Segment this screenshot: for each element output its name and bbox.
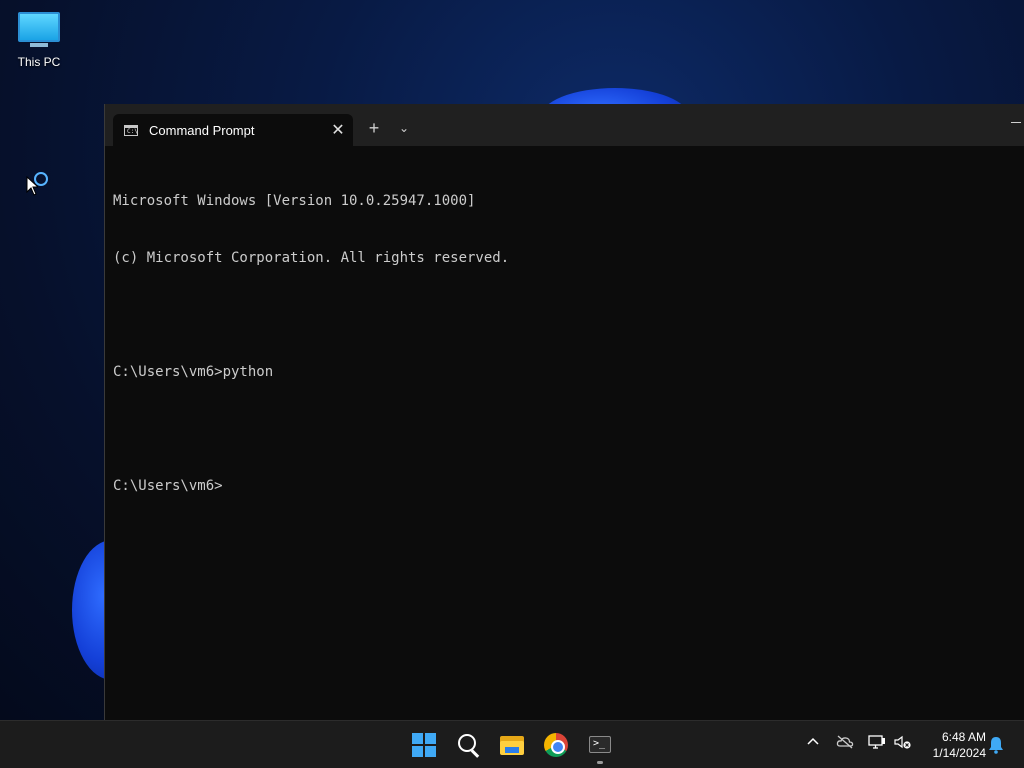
desktop: This PC C:\ Command Prompt ✕ + ⌄ Microso… [0, 0, 1024, 720]
console-line: Microsoft Windows [Version 10.0.25947.10… [113, 193, 476, 209]
terminal-window[interactable]: C:\ Command Prompt ✕ + ⌄ Microsoft Windo… [104, 104, 1024, 720]
system-clock[interactable]: 6:48 AM 1/14/2024 [916, 729, 986, 761]
taskbar: >_ 6:48 AM 1/14/2024 [0, 720, 1024, 768]
console-prompt-line[interactable]: C:\Users\vm6> [113, 477, 1024, 496]
clock-time: 6:48 AM [941, 730, 986, 744]
clock-date: 1/14/2024 [932, 746, 986, 760]
network-icon[interactable] [868, 735, 886, 752]
search-icon[interactable] [450, 727, 486, 763]
new-tab-button[interactable]: + [363, 116, 385, 140]
busy-spinner-icon [34, 172, 48, 186]
onedrive-offline-icon[interactable] [836, 735, 854, 752]
computer-icon [18, 12, 60, 42]
volume-muted-icon[interactable] [894, 735, 912, 752]
desktop-icon-this-pc[interactable]: This PC [10, 10, 68, 69]
terminal-titlebar[interactable]: C:\ Command Prompt ✕ + ⌄ [105, 104, 1024, 146]
terminal-icon[interactable]: >_ [582, 727, 618, 764]
tab-title: Command Prompt [149, 122, 255, 138]
chrome-icon[interactable] [538, 727, 574, 763]
start-icon[interactable] [406, 727, 442, 763]
console-line: (c) Microsoft Corporation. All rights re… [113, 250, 510, 266]
desktop-icon-label: This PC [17, 55, 61, 69]
console-output[interactable]: Microsoft Windows [Version 10.0.25947.10… [113, 154, 1024, 534]
cmd-icon: C:\ [124, 124, 138, 136]
bell-icon[interactable] [988, 736, 1004, 759]
file-explorer-icon[interactable] [494, 727, 530, 763]
close-tab-icon[interactable]: ✕ [323, 120, 353, 140]
running-indicator [597, 761, 603, 764]
tab-command-prompt[interactable]: C:\ Command Prompt ✕ [113, 114, 353, 146]
chevron-up-icon[interactable] [806, 735, 820, 752]
console-line: C:\Users\vm6>python [113, 364, 274, 380]
minimize-button[interactable] [1011, 122, 1021, 123]
chevron-down-icon[interactable]: ⌄ [393, 116, 415, 140]
